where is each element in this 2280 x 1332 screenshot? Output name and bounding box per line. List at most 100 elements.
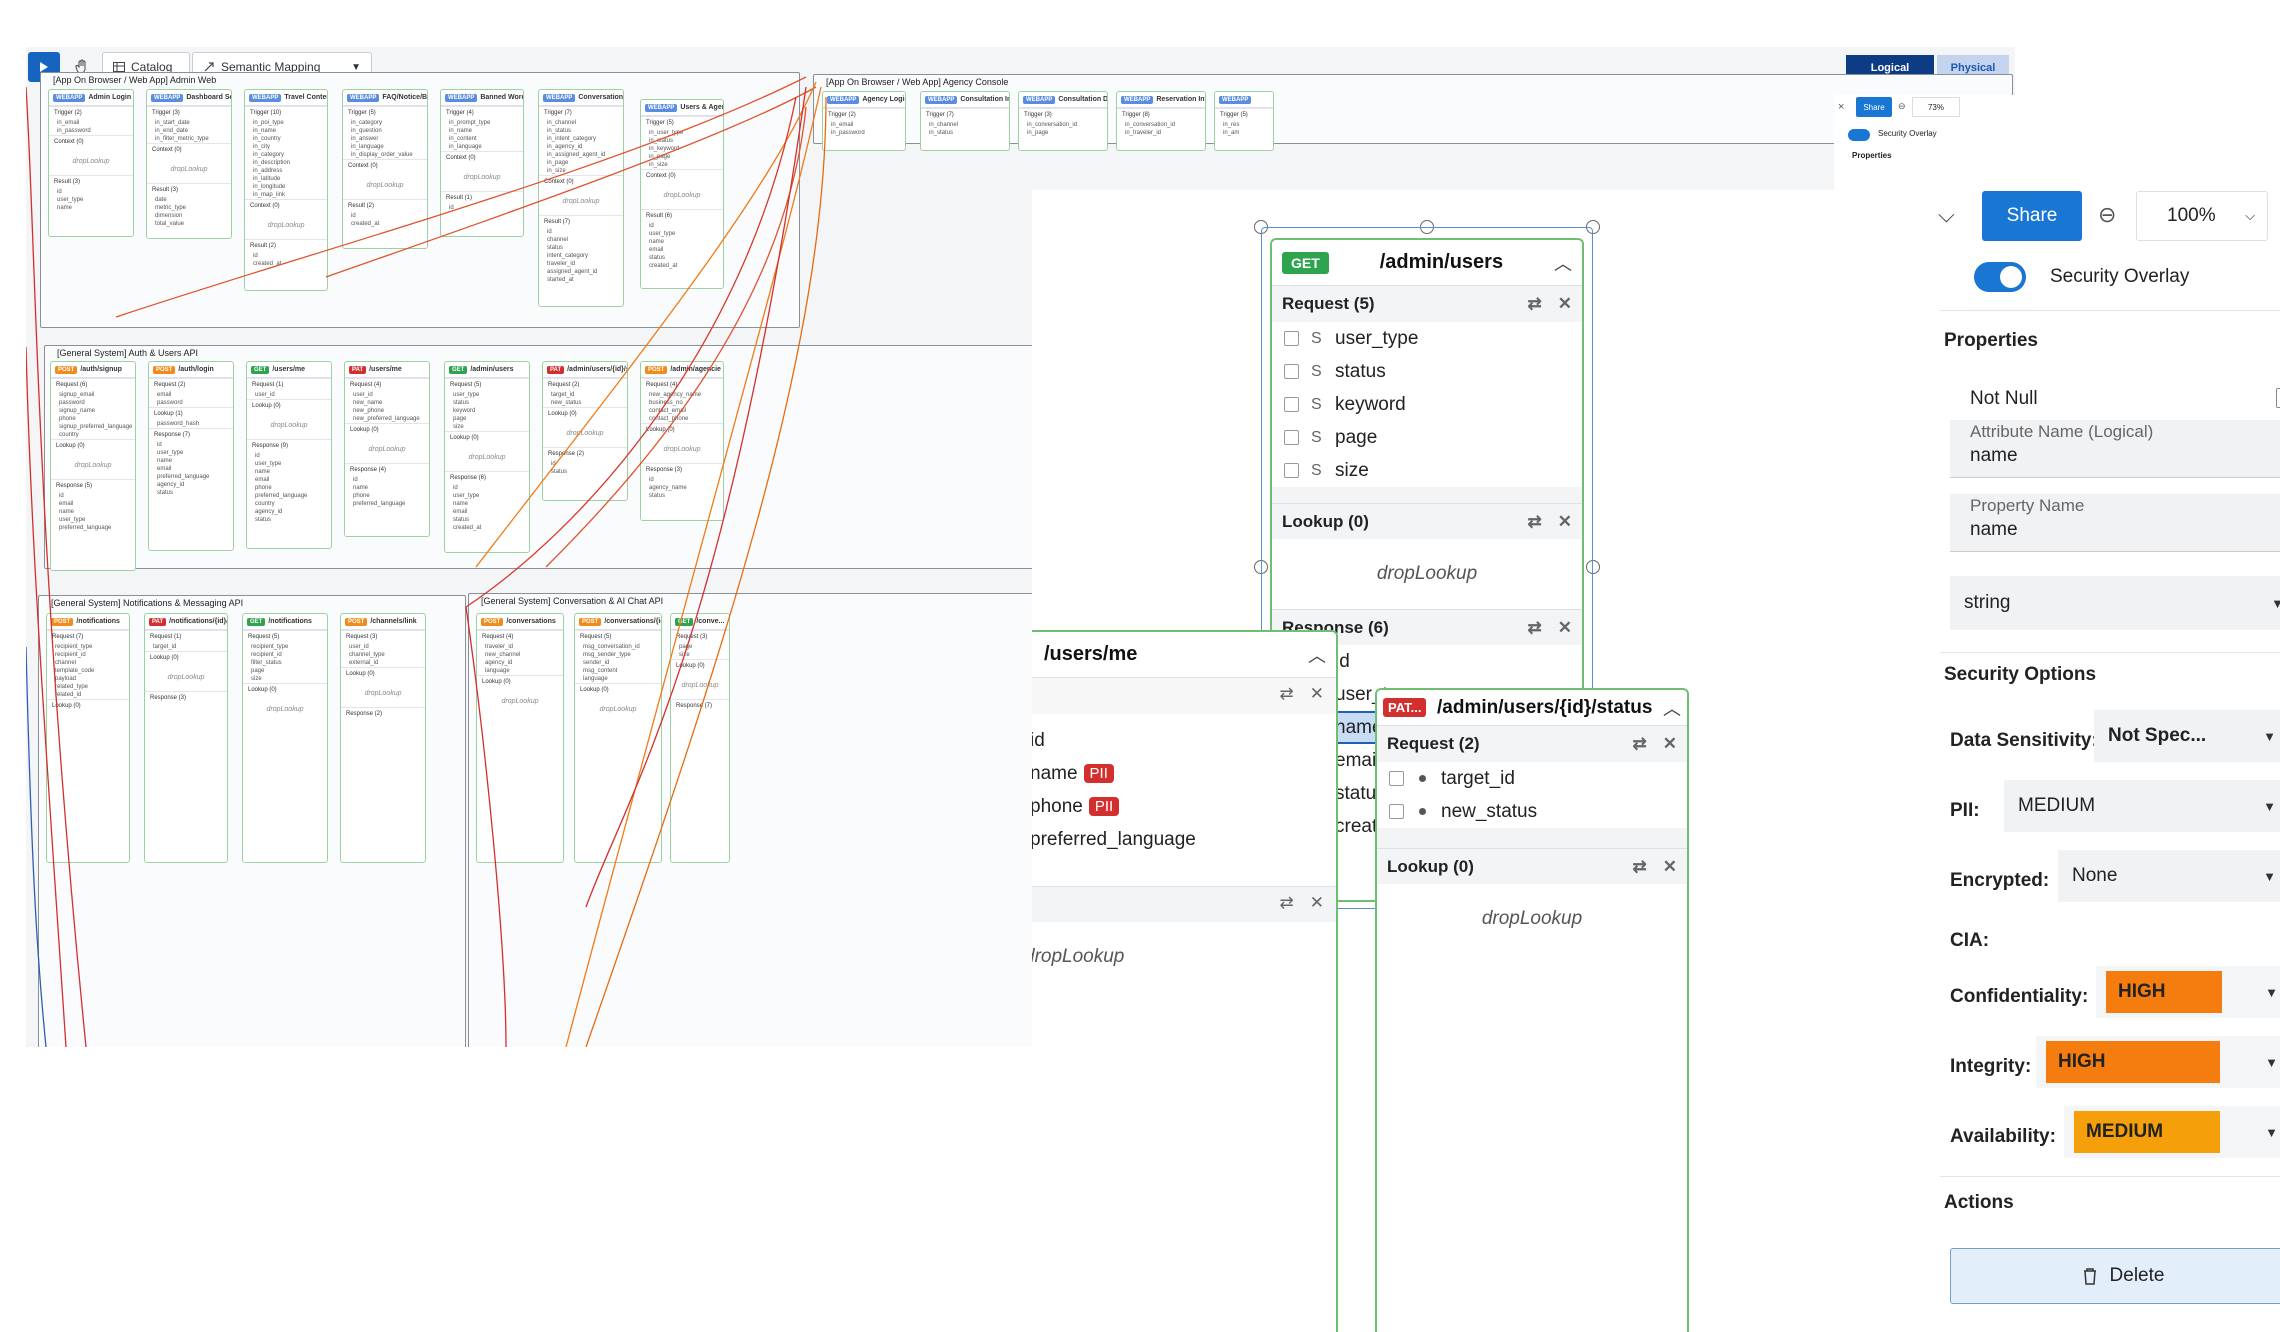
attribute-row[interactable]: phone PII <box>1032 790 1336 823</box>
collapse-icon[interactable]: ✕ <box>1558 294 1572 314</box>
overview-zoom-select[interactable]: 73% <box>1912 97 1960 117</box>
mini-row[interactable]: in_description <box>245 159 327 167</box>
mini-card[interactable]: PAT/users/me Request (4) user_id new_name ne… <box>344 361 430 537</box>
mini-row[interactable]: in_res <box>1215 121 1273 129</box>
mini-row[interactable]: language <box>575 675 661 683</box>
mini-row[interactable]: new_preferred_language <box>345 415 429 423</box>
mini-row[interactable]: in_end_date <box>147 127 231 135</box>
lookup-drop-zone[interactable]: dropLookup <box>1377 884 1687 954</box>
collapse-panel-icon[interactable]: ⌵ <box>1938 202 1955 228</box>
mini-row[interactable]: email <box>445 508 529 516</box>
mini-row[interactable]: new_channel <box>477 651 563 659</box>
mini-row[interactable]: total_value <box>147 220 231 228</box>
mini-row[interactable]: template_code <box>47 667 129 675</box>
mini-lookup-zone[interactable]: dropLookup <box>445 444 529 471</box>
row-checkbox[interactable] <box>1284 463 1299 478</box>
mini-card[interactable]: GET/users/me Request (1) user_id Lookup (0)… <box>246 361 332 549</box>
mini-row[interactable]: name <box>641 238 723 246</box>
mini-row[interactable]: channel <box>47 659 129 667</box>
mini-row[interactable]: id <box>247 452 331 460</box>
mini-row[interactable]: recipient_type <box>47 643 129 651</box>
mini-lookup-zone[interactable]: dropLookup <box>543 420 627 447</box>
row-checkbox[interactable] <box>1389 771 1404 786</box>
mini-row[interactable]: signup_name <box>51 407 135 415</box>
mini-row[interactable]: status <box>539 244 623 252</box>
mini-row[interactable]: Trigger (8) <box>1117 108 1205 121</box>
mini-row[interactable]: in_question <box>343 127 427 135</box>
mini-row[interactable]: in_channel <box>921 121 1009 129</box>
mini-row[interactable]: size <box>445 423 529 431</box>
mini-row[interactable]: agency_id <box>477 659 563 667</box>
mini-card[interactable]: WEBAPPAdmin Login Scre...Trigger (2)in_e… <box>48 89 134 237</box>
mini-card[interactable]: WEBAPPDashboard ScreenTrigger (3)in_star… <box>146 89 232 239</box>
delete-button[interactable]: Delete <box>1950 1248 2280 1304</box>
mini-row[interactable]: sender_id <box>575 659 661 667</box>
mini-row[interactable]: country <box>51 431 135 439</box>
mini-lookup-zone[interactable]: dropLookup <box>51 452 135 479</box>
mini-row[interactable]: size <box>671 651 729 659</box>
mini-row[interactable]: in_intent_category <box>539 135 623 143</box>
mini-row[interactable]: created_at <box>343 220 427 228</box>
mini-card[interactable]: POST/admin/agencie Request (4) new_agency_… <box>640 361 724 521</box>
mini-row[interactable]: msg_sender_type <box>575 651 661 659</box>
mini-row[interactable]: Trigger (3) <box>1019 108 1107 121</box>
mini-row[interactable]: traveler_id <box>477 643 563 651</box>
mini-lookup-zone[interactable]: dropLookup <box>145 664 227 691</box>
swap-icon[interactable]: ⇄ <box>1280 684 1294 708</box>
mini-row[interactable]: dimension <box>147 212 231 220</box>
mini-row[interactable]: traveler_id <box>539 260 623 268</box>
agency-mini-card[interactable]: WEBAPPConsultation Deta...Trigger (3)in_… <box>1018 91 1108 151</box>
mini-row[interactable]: keyword <box>445 407 529 415</box>
mini-row[interactable]: id <box>49 188 133 196</box>
zoom-out-icon[interactable]: ⊖ <box>2098 202 2116 228</box>
collapse-icon[interactable]: ✕ <box>1663 734 1677 754</box>
mini-lookup-zone[interactable]: dropLookup <box>341 680 425 707</box>
not-null-checkbox[interactable] <box>2276 388 2280 408</box>
share-button[interactable]: Share <box>1982 191 2082 241</box>
mini-row[interactable]: page <box>243 667 327 675</box>
mini-row[interactable]: id <box>245 252 327 260</box>
mini-row[interactable]: in_answer <box>343 135 427 143</box>
mini-row[interactable]: user_id <box>247 391 331 399</box>
agency-mini-card[interactable]: WEBAPPAgency Login Scr...Trigger (2)in_e… <box>822 91 906 151</box>
mini-row[interactable]: preferred_language <box>149 473 233 481</box>
mini-row[interactable]: intent_category <box>539 252 623 260</box>
data-sensitivity-select[interactable]: Not Spec... ▼ <box>2094 710 2280 762</box>
mini-row[interactable]: name <box>445 500 529 508</box>
mini-row[interactable]: password <box>51 399 135 407</box>
mini-row[interactable]: in_content <box>441 135 523 143</box>
mini-row[interactable]: started_at <box>539 276 623 284</box>
mini-row[interactable]: new_status <box>543 399 627 407</box>
mini-row[interactable]: in_country <box>245 135 327 143</box>
attribute-row[interactable]: Spage <box>1272 421 1582 454</box>
mini-lookup-zone[interactable]: dropLookup <box>247 412 331 439</box>
mini-row[interactable]: user_type <box>247 460 331 468</box>
mini-row[interactable]: preferred_language <box>345 500 429 508</box>
mini-row[interactable]: id <box>343 212 427 220</box>
mini-row[interactable]: page <box>671 643 729 651</box>
mini-row[interactable]: id <box>51 492 135 500</box>
mini-row[interactable]: Trigger (7) <box>921 108 1009 121</box>
mini-lookup-zone[interactable]: dropLookup <box>343 172 427 199</box>
mini-row[interactable]: in_poi_type <box>245 119 327 127</box>
mini-row[interactable]: user_type <box>445 492 529 500</box>
mini-row[interactable]: assigned_agent_id <box>539 268 623 276</box>
mini-row[interactable]: payload <box>47 675 129 683</box>
mini-row[interactable]: in_language <box>343 143 427 151</box>
mini-row[interactable]: agency_id <box>149 481 233 489</box>
attribute-row[interactable]: Ssize <box>1272 454 1582 487</box>
mini-row[interactable]: user_type <box>49 196 133 204</box>
mini-row[interactable]: in_latitude <box>245 175 327 183</box>
mini-lookup-zone[interactable]: dropLookup <box>49 148 133 175</box>
security-overlay-toggle[interactable] <box>1974 262 2026 292</box>
mini-row[interactable]: in_city <box>245 143 327 151</box>
mini-card[interactable]: WEBAPPConversation Log...Trigger (7)in_c… <box>538 89 624 307</box>
mini-row[interactable]: password_hash <box>149 420 233 428</box>
mini-row[interactable]: in_page <box>539 159 623 167</box>
mini-row[interactable]: in_name <box>441 127 523 135</box>
mini-row[interactable]: page <box>445 415 529 423</box>
mini-row[interactable]: phone <box>345 492 429 500</box>
mini-card[interactable]: POST/notifications Request (7) recipient_t… <box>46 613 130 863</box>
mini-row[interactable]: metric_type <box>147 204 231 212</box>
mini-lookup-zone[interactable]: dropLookup <box>641 436 723 463</box>
